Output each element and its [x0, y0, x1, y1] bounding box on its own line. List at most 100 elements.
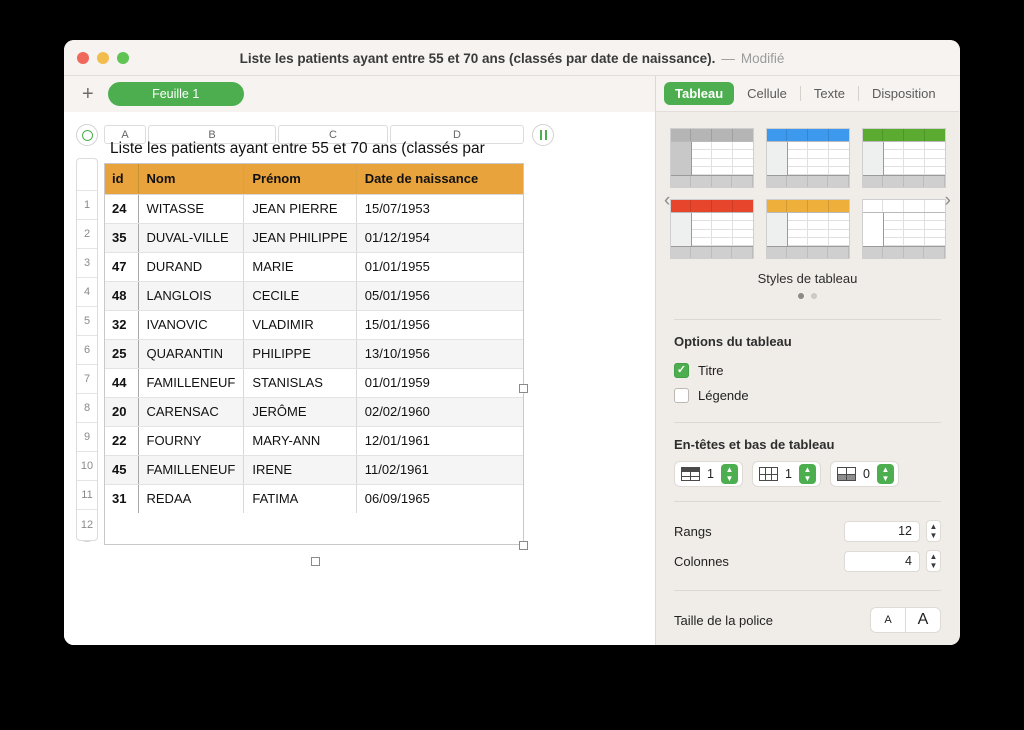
table-style-gray[interactable]	[669, 128, 754, 188]
row-header-2[interactable]: 2	[77, 220, 97, 249]
header-columns-stepper-button[interactable]: ▲ ▼	[799, 464, 816, 484]
cell[interactable]: PHILIPPE	[243, 339, 357, 369]
table-row[interactable]: 44 FAMILLENEUF STANISLAS 01/01/1959	[104, 368, 524, 398]
page-dot[interactable]	[798, 293, 804, 299]
checkbox-legende[interactable]	[674, 388, 689, 403]
cell[interactable]: MARIE	[243, 252, 357, 282]
row-header-9[interactable]: 9	[77, 423, 97, 452]
resize-handle-right[interactable]	[519, 384, 528, 393]
cell[interactable]: FOURNY	[138, 426, 245, 456]
cell[interactable]: 01/01/1959	[356, 368, 524, 398]
page-dot[interactable]	[811, 293, 817, 299]
zoom-button[interactable]	[117, 51, 129, 64]
row-header-3[interactable]: 3	[77, 249, 97, 278]
tab-cellule[interactable]: Cellule	[736, 82, 798, 105]
cell[interactable]: FAMILLENEUF	[138, 455, 245, 485]
close-button[interactable]	[77, 51, 89, 64]
header-rows-stepper-button[interactable]: ▲ ▼	[721, 464, 738, 484]
columns-stepper-button[interactable]: ▲ ▼	[926, 550, 941, 572]
add-column-handle[interactable]	[532, 124, 554, 146]
table-row[interactable]: 25 QUARANTIN PHILIPPE 13/10/1956	[104, 339, 524, 369]
cell[interactable]: 01/01/1955	[356, 252, 524, 282]
table-style-red[interactable]	[669, 199, 754, 259]
styles-prev-arrow[interactable]: ‹	[664, 190, 670, 212]
cell[interactable]: FATIMA	[243, 484, 357, 513]
cell[interactable]: 15/01/1956	[356, 310, 524, 340]
cell[interactable]: 47	[104, 252, 139, 282]
row-header-5[interactable]: 5	[77, 307, 97, 336]
cell[interactable]: REDAA	[138, 484, 245, 513]
cell[interactable]: 31	[104, 484, 139, 513]
add-sheet-button[interactable]: +	[78, 84, 98, 104]
sheet-tab-feuille-1[interactable]: Feuille 1	[107, 82, 244, 106]
row-header-11[interactable]: 11	[77, 481, 97, 510]
table-row[interactable]: 31 REDAA FATIMA 06/09/1965	[104, 484, 524, 513]
header-cell-prénom[interactable]: Prénom	[243, 163, 357, 195]
cell[interactable]: 01/12/1954	[356, 223, 524, 253]
rows-stepper-button[interactable]: ▲ ▼	[926, 520, 941, 542]
table-row[interactable]: 47 DURAND MARIE 01/01/1955	[104, 252, 524, 282]
cell[interactable]: DUVAL-VILLE	[138, 223, 245, 253]
cell[interactable]: 15/07/1953	[356, 194, 524, 224]
cell[interactable]: WITASSE	[138, 194, 245, 224]
cell[interactable]: 13/10/1956	[356, 339, 524, 369]
resize-handle-corner[interactable]	[519, 541, 528, 550]
spreadsheet-canvas[interactable]: A B C D Liste les patients ayant entre 5…	[64, 112, 655, 645]
cell[interactable]: 22	[104, 426, 139, 456]
table-style-white[interactable]	[861, 199, 946, 259]
row-header-1[interactable]: 1	[77, 191, 97, 220]
table-row[interactable]: 22 FOURNY MARY-ANN 12/01/1961	[104, 426, 524, 456]
tab-tableau[interactable]: Tableau	[664, 82, 735, 105]
footer-rows-stepper-button[interactable]: ▲ ▼	[877, 464, 894, 484]
cell[interactable]: CECILE	[243, 281, 357, 311]
cell[interactable]: 45	[104, 455, 139, 485]
font-increase-button[interactable]: A	[906, 608, 940, 632]
stepper-footer-rows[interactable]: 0 ▲ ▼	[830, 461, 899, 487]
row-header-7[interactable]: 7	[77, 365, 97, 394]
cell[interactable]: 24	[104, 194, 139, 224]
cell[interactable]: 11/02/1961	[356, 455, 524, 485]
tab-texte[interactable]: Texte	[803, 82, 856, 105]
stepper-header-rows[interactable]: 1 ▲ ▼	[674, 461, 743, 487]
header-cell-id[interactable]: id	[104, 163, 139, 195]
cell[interactable]: 06/09/1965	[356, 484, 524, 513]
cell[interactable]: 35	[104, 223, 139, 253]
columns-input[interactable]: 4	[844, 550, 920, 572]
cell[interactable]: IRENE	[243, 455, 357, 485]
cell[interactable]: VLADIMIR	[243, 310, 357, 340]
cell[interactable]: 05/01/1956	[356, 281, 524, 311]
cell[interactable]: IVANOVIC	[138, 310, 245, 340]
cell[interactable]: LANGLOIS	[138, 281, 245, 311]
cell[interactable]: DURAND	[138, 252, 245, 282]
font-decrease-button[interactable]: A	[871, 608, 905, 632]
cell[interactable]: MARY-ANN	[243, 426, 357, 456]
cell[interactable]: JERÔME	[243, 397, 357, 427]
checkbox-titre[interactable]	[674, 363, 689, 378]
table-style-blue[interactable]	[765, 128, 850, 188]
checkbox-row-titre[interactable]: Titre	[674, 358, 941, 383]
cell[interactable]: QUARANTIN	[138, 339, 245, 369]
table-select-handle[interactable]	[76, 124, 98, 146]
row-header-4[interactable]: 4	[77, 278, 97, 307]
minimize-button[interactable]	[97, 51, 109, 64]
cell[interactable]: 02/02/1960	[356, 397, 524, 427]
table-row[interactable]: 35 DUVAL-VILLE JEAN PHILIPPE 01/12/1954	[104, 223, 524, 253]
row-header-6[interactable]: 6	[77, 336, 97, 365]
header-cell-nom[interactable]: Nom	[138, 163, 245, 195]
table-row[interactable]: 20 CARENSAC JERÔME 02/02/1960	[104, 397, 524, 427]
cell[interactable]: 20	[104, 397, 139, 427]
row-header-10[interactable]: 10	[77, 452, 97, 481]
table-row[interactable]: 32 IVANOVIC VLADIMIR 15/01/1956	[104, 310, 524, 340]
table-style-orange[interactable]	[765, 199, 850, 259]
cell[interactable]: 44	[104, 368, 139, 398]
cell[interactable]: CARENSAC	[138, 397, 245, 427]
rows-input[interactable]: 12	[844, 520, 920, 542]
cell[interactable]: 12/01/1961	[356, 426, 524, 456]
cell[interactable]: 25	[104, 339, 139, 369]
stepper-header-columns[interactable]: 1 ▲ ▼	[752, 461, 821, 487]
table-caption[interactable]: Liste les patients ayant entre 55 et 70 …	[110, 140, 530, 158]
cell[interactable]: FAMILLENEUF	[138, 368, 245, 398]
table-row[interactable]: 48 LANGLOIS CECILE 05/01/1956	[104, 281, 524, 311]
table-row[interactable]: 24 WITASSE JEAN PIERRE 15/07/1953	[104, 194, 524, 224]
styles-next-arrow[interactable]: ›	[945, 190, 951, 212]
